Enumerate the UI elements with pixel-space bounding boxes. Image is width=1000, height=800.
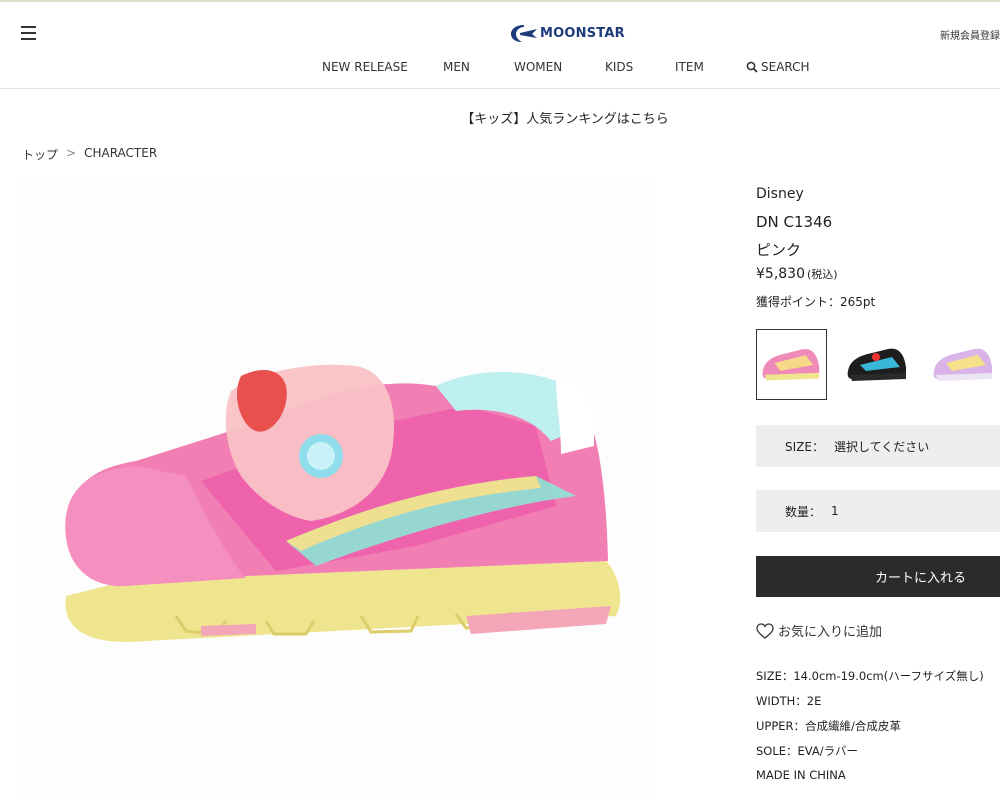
site-logo[interactable]: MOONSTAR [510, 23, 625, 43]
spec-origin: MADE IN CHINA [756, 768, 846, 782]
nav-search-label: SEARCH [761, 60, 810, 74]
moonstar-logo-icon [511, 25, 537, 42]
breadcrumb: トップ > CHARACTER [22, 146, 157, 163]
add-to-cart-button[interactable]: カートに入れる [756, 556, 1000, 597]
color-variants [756, 329, 1000, 401]
spec-upper: UPPER：合成繊維/合成皮革 [756, 719, 901, 733]
size-select[interactable]: SIZE： 選択してください [756, 425, 1000, 467]
quantity-select[interactable]: 数量： 1 [756, 490, 1000, 532]
nav-women[interactable]: WOMEN [514, 60, 562, 74]
product-color: ピンク [756, 241, 802, 259]
color-thumb-lavender[interactable] [928, 329, 999, 400]
product-price: ¥5,830 (税込) [756, 266, 838, 282]
size-select-label: SIZE： [785, 439, 824, 454]
hamburger-menu-icon[interactable] [21, 26, 36, 40]
nav-men[interactable]: MEN [443, 60, 470, 74]
site-header: MOONSTAR 新規会員登録/ NEW RELEASE MEN WOMEN K… [0, 2, 1000, 89]
reward-points: 獲得ポイント：265pt [756, 295, 876, 309]
main-nav: NEW RELEASE MEN WOMEN KIDS ITEM SEARCH [0, 60, 1000, 80]
tax-label: (税込) [807, 268, 838, 281]
breadcrumb-character[interactable]: CHARACTER [84, 146, 157, 163]
nav-new-release[interactable]: NEW RELEASE [322, 60, 408, 74]
color-thumb-black[interactable] [842, 329, 913, 400]
spec-sole: SOLE：EVA/ラバー [756, 744, 859, 758]
size-select-value: 選択してください [833, 439, 930, 454]
product-model: DN C1346 [756, 213, 833, 231]
search-icon [746, 61, 758, 73]
product-main-image[interactable] [16, 176, 650, 800]
favorites-label: お気に入りに追加 [778, 625, 883, 640]
shoe-thumbnail [762, 349, 820, 381]
quantity-select-value: 1 [831, 504, 839, 518]
price-value: ¥5,830 [756, 266, 805, 282]
breadcrumb-top[interactable]: トップ [22, 146, 58, 163]
quantity-select-label: 数量： [785, 504, 822, 519]
nav-kids[interactable]: KIDS [605, 60, 633, 74]
sneaker-image [65, 364, 621, 642]
heart-icon [756, 622, 774, 639]
nav-search[interactable]: SEARCH [746, 60, 810, 74]
breadcrumb-separator: > [66, 146, 77, 160]
add-to-favorites-button[interactable]: お気に入りに追加 [756, 621, 882, 640]
logo-wordmark: MOONSTAR [540, 25, 625, 41]
nav-item[interactable]: ITEM [675, 60, 704, 74]
spec-size: SIZE：14.0cm-19.0cm(ハーフサイズ無し) [756, 669, 984, 683]
product-info: Disney DN C1346 ピンク ¥5,830 (税込) 獲得ポイント：26… [756, 186, 1000, 782]
spec-width: WIDTH：2E [756, 694, 822, 708]
product-brand: Disney [756, 186, 804, 202]
register-link[interactable]: 新規会員登録/ [940, 27, 1000, 42]
color-thumb-pink[interactable] [756, 329, 827, 400]
ranking-banner-link[interactable]: 【キッズ】人気ランキングはこちら [0, 108, 1000, 127]
